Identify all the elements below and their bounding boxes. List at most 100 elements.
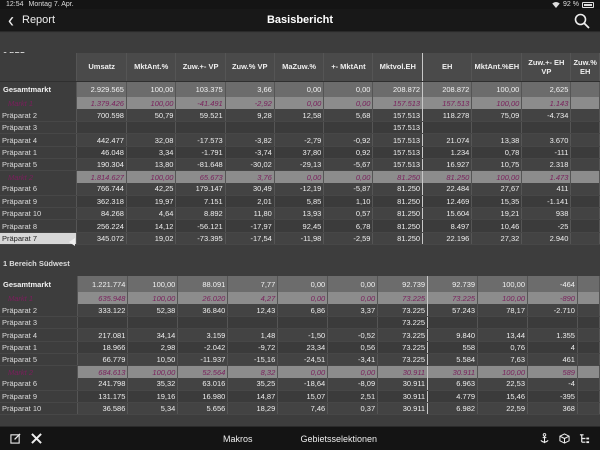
table-cell: 42,25 — [126, 183, 177, 196]
table-cell: 100,00 — [477, 292, 529, 305]
table-cell — [570, 195, 600, 209]
search-icon[interactable] — [574, 13, 590, 29]
row-label[interactable]: Präparat 2 — [0, 109, 78, 123]
markt-row[interactable]: Markt 2 1.814.627 100,00 65.673 3,76 0,00 0,00… — [0, 170, 600, 184]
table-row[interactable]: Präparat 6 766.744 42,25 179.147 30,49 -12,19… — [0, 183, 600, 196]
row-label[interactable]: Markt 2 — [0, 170, 78, 184]
markt-row[interactable]: Markt 1 1.379.426 100,00 -41.491 -2,92 0,00 0,… — [0, 97, 600, 110]
table-cell: 5.656 — [177, 402, 229, 416]
table-cell: 16.980 — [177, 390, 229, 404]
table-cell: 157.513 — [372, 109, 424, 123]
row-label[interactable]: Präparat 6 — [0, 183, 78, 196]
table-cell: 4,64 — [126, 207, 177, 221]
row-label[interactable]: Markt 2 — [0, 365, 79, 379]
row-label[interactable]: Markt 1 — [0, 292, 79, 305]
row-label[interactable]: Präparat 7 — [0, 232, 78, 246]
table-row[interactable]: Präparat 5 66.779 10,50 -11.937 -15,16 -24,51… — [0, 353, 600, 367]
row-label[interactable]: Präparat 5 — [0, 353, 79, 367]
row-label[interactable]: Präparat 10 — [0, 207, 78, 221]
table-row[interactable]: Präparat 7 345.072 19,02 -73.395 -17,54 -11,9… — [0, 232, 600, 246]
column-header[interactable]: Mktvol.EH — [372, 53, 424, 82]
row-label[interactable]: Gesamtmarkt — [0, 81, 78, 97]
markt-row[interactable]: Markt 2 684.613 100,00 52.564 8,32 0,00 0,00 30… — [0, 365, 600, 379]
table-cell: -1.141 — [521, 195, 572, 209]
row-label[interactable]: Gesamtmarkt — [0, 276, 79, 292]
column-header[interactable]: Zuw.+- EH VP — [521, 53, 572, 82]
back-label: Report — [22, 14, 56, 26]
row-label[interactable]: Präparat 9 — [0, 195, 78, 209]
gesamtmarkt-row[interactable]: Gesamtmarkt 1.221.774 100,00 88.091 7,77 0,00… — [0, 276, 600, 292]
table-cell: 461 — [527, 353, 578, 367]
table-cell: 0,00 — [277, 365, 329, 379]
table-row[interactable]: Präparat 1 18.966 2,98 -2.042 -9,72 23,34 0,56… — [0, 341, 600, 354]
table-cell: 59.521 — [175, 109, 226, 123]
back-button[interactable]: ‹ Report — [8, 9, 56, 31]
table-row[interactable]: Präparat 6 241.798 35,32 63.016 35,25 -18,64-… — [0, 378, 600, 391]
table-row[interactable]: Präparat 3 73.225 — [0, 316, 600, 330]
cube-icon[interactable] — [559, 433, 570, 444]
row-label[interactable]: Präparat 4 — [0, 328, 79, 342]
table-cell — [577, 402, 600, 416]
hierarchy-icon[interactable] — [579, 433, 590, 444]
table-row[interactable]: Präparat 4 217.081 34,14 3.159 1,48 -1,50 -0,5… — [0, 328, 600, 342]
table-cell: -3,74 — [225, 146, 275, 159]
table-row[interactable]: Präparat 4 442.477 32,08 -17.573 -3,82 -2,79-… — [0, 133, 600, 147]
gesamtmarkt-row[interactable]: Gesamtmarkt 2.929.565 100,00 103.375 3,66 0,0… — [0, 81, 600, 97]
row-label[interactable]: Präparat 9 — [0, 390, 79, 404]
table-cell: 2,51 — [327, 390, 379, 404]
table-cell: 0,00 — [323, 97, 374, 110]
table-cell: 26.020 — [177, 292, 229, 305]
table-row[interactable]: Präparat 9 131.175 19,16 16.980 14,87 15,07 2,… — [0, 390, 600, 404]
column-header[interactable]: Zuw.% VP — [225, 53, 275, 82]
table-row[interactable]: Präparat 2 700.598 50,79 59.521 9,28 12,58 5,6… — [0, 109, 600, 123]
column-header[interactable]: Umsatz — [76, 53, 127, 82]
table-cell: 100,00 — [127, 292, 179, 305]
table-cell — [577, 328, 600, 342]
table-row[interactable]: Präparat 9 362.318 19,97 7.151 2,01 5,85 1,10 8… — [0, 195, 600, 209]
markt-row[interactable]: Markt 1 635.948 100,00 26.020 4,27 0,00 0,00 73… — [0, 292, 600, 305]
column-header[interactable]: Zuw.% EH — [570, 53, 600, 82]
table-cell — [521, 121, 572, 135]
table-cell — [175, 121, 226, 135]
navigation-bar: ‹ Report Basisbericht — [0, 9, 600, 32]
row-label[interactable]: Präparat 4 — [0, 133, 78, 147]
row-label[interactable]: Präparat 2 — [0, 304, 79, 318]
column-header[interactable]: Zuw.+- VP — [175, 53, 226, 82]
gebietsselektionen-button[interactable]: Gebietsselektionen — [300, 434, 377, 444]
table-cell: 1.234 — [422, 146, 473, 159]
table-cell: -1.791 — [175, 146, 226, 159]
table-cell: 1.473 — [521, 170, 572, 184]
table-row[interactable]: Präparat 1 46.048 3,34 -1.791 -3,74 37,80 0,92… — [0, 146, 600, 159]
table-cell: 100,00 — [126, 170, 177, 184]
row-label[interactable]: Präparat 1 — [0, 146, 78, 159]
row-label[interactable]: Präparat 8 — [0, 219, 78, 233]
row-label[interactable]: Markt 1 — [0, 97, 78, 110]
row-label[interactable]: Präparat 3 — [0, 316, 79, 330]
table-row[interactable]: Präparat 8 256.224 14,12 -56.121 -17,97 92,45… — [0, 219, 600, 233]
row-label[interactable]: Präparat 3 — [0, 121, 78, 135]
table-cell — [570, 158, 600, 172]
column-header[interactable]: MaZuw.% — [274, 53, 325, 82]
table-cell: 0,00 — [277, 276, 329, 292]
table-cell: 442.477 — [76, 133, 127, 147]
table-row[interactable]: Präparat 2 333.122 52,38 36.840 12,43 6,86 3,3… — [0, 304, 600, 318]
makros-button[interactable]: Makros — [223, 434, 253, 444]
table-row[interactable]: Präparat 5 190.304 13,80 -81.648 -30,02 -29,1… — [0, 158, 600, 172]
table-cell: 81.250 — [372, 195, 424, 209]
row-label[interactable]: Präparat 10 — [0, 402, 79, 416]
table-cell: 81.250 — [372, 232, 424, 246]
report-content[interactable]: 0 BRD UmsatzMktAnt.%Zuw.+- VPZuw.% VPMaZ… — [0, 33, 600, 426]
row-label[interactable]: Präparat 1 — [0, 341, 79, 354]
table-cell: 18,29 — [227, 402, 279, 416]
row-label[interactable]: Präparat 5 — [0, 158, 78, 172]
table-cell: 22.484 — [422, 183, 473, 196]
column-header[interactable]: +- MktAnt — [323, 53, 374, 82]
table-row[interactable]: Präparat 3 157.513 — [0, 121, 600, 135]
row-label[interactable]: Präparat 6 — [0, 378, 79, 391]
column-header[interactable]: MktAnt.% — [126, 53, 177, 82]
column-header[interactable]: EH — [422, 53, 473, 82]
column-header[interactable]: MktAnt.%EH — [471, 53, 523, 82]
table-row[interactable]: Präparat 10 36.586 5,34 5.656 18,29 7,46 0,37 3… — [0, 402, 600, 416]
table-row[interactable]: Präparat 10 84.268 4,64 8.892 11,80 13,93 0,57… — [0, 207, 600, 221]
anchor-icon[interactable] — [539, 433, 550, 444]
